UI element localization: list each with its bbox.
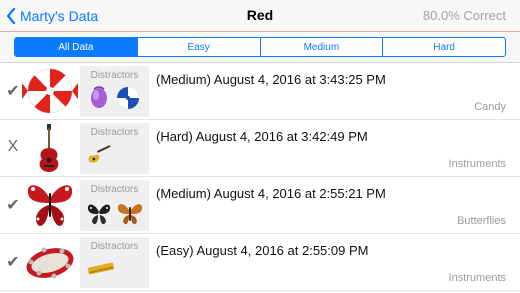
score-label: 80.0% Correct xyxy=(422,8,506,23)
segment-easy[interactable]: Easy xyxy=(136,38,260,56)
distractors-panel: Distractors xyxy=(80,237,149,288)
distractors-panel: Distractors xyxy=(80,66,149,117)
filter-bar: All Data Easy Medium Hard xyxy=(0,32,520,63)
difficulty-segmented-control: All Data Easy Medium Hard xyxy=(14,37,506,57)
trial-category: Candy xyxy=(474,101,506,113)
trial-row[interactable]: ✔ Distractors (Easy) August 4, 2016 at 2… xyxy=(0,234,520,291)
trial-row[interactable]: X Distractors (Hard) August 4, 2016 at 3… xyxy=(0,120,520,177)
orange-butterfly-image xyxy=(117,204,143,225)
trial-date: (Easy) August 4, 2016 at 2:55:09 PM xyxy=(156,243,369,258)
trial-category: Instruments xyxy=(448,158,506,170)
purple-candy-image xyxy=(91,86,107,108)
row-divider xyxy=(0,290,520,291)
red-guitar-image xyxy=(39,124,59,172)
distractors-panel: Distractors xyxy=(80,123,149,174)
segment-hard[interactable]: Hard xyxy=(382,38,505,56)
red-butterfly-image xyxy=(27,185,73,226)
trial-row[interactable]: ✔ Distractors (Medium) August 4, 2016 at xyxy=(0,177,520,234)
distractors-label: Distractors xyxy=(90,70,139,81)
segment-medium[interactable]: Medium xyxy=(259,38,383,56)
distractors-panel: Distractors xyxy=(80,180,149,231)
distractors-label: Distractors xyxy=(90,241,139,252)
distractors-label: Distractors xyxy=(90,184,139,195)
correct-check-icon: ✔ xyxy=(6,254,20,271)
correct-check-icon: ✔ xyxy=(6,83,20,100)
red-peppermint-candy-image xyxy=(22,68,78,114)
black-butterfly-image xyxy=(87,204,111,225)
trial-category: Instruments xyxy=(448,272,506,284)
navigation-bar: Marty's Data Red 80.0% Correct xyxy=(0,0,520,32)
blue-candy-image xyxy=(117,87,139,109)
distractors-label: Distractors xyxy=(90,127,139,138)
segment-all-data[interactable]: All Data xyxy=(15,38,137,56)
correct-check-icon: ✔ xyxy=(6,197,20,214)
trial-row[interactable]: ✔ Distractors (Medium) August 4, 2016 at… xyxy=(0,63,520,120)
trial-category: Butterflies xyxy=(457,215,506,227)
yellow-guitar-image xyxy=(88,145,111,163)
trial-date: (Medium) August 4, 2016 at 3:43:25 PM xyxy=(156,72,386,87)
trial-date: (Medium) August 4, 2016 at 2:55:21 PM xyxy=(156,186,386,201)
red-tambourine-image xyxy=(26,247,74,279)
yellow-harmonica-image xyxy=(87,262,115,275)
incorrect-x-icon: X xyxy=(7,138,19,155)
trial-date: (Hard) August 4, 2016 at 3:42:49 PM xyxy=(156,129,368,144)
